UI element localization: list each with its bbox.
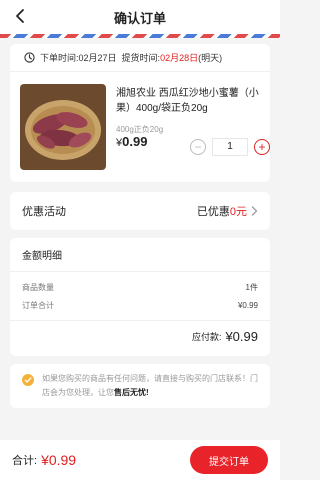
amount-card: 金额明细 商品数量 1件 订单合计 ¥0.99 应付款: ¥0.99	[10, 238, 270, 356]
payable-value: ¥0.99	[225, 328, 258, 344]
order-time-label: 下单时间:	[40, 53, 79, 63]
pickup-suffix: (明天)	[198, 53, 223, 63]
minus-button[interactable]: −	[190, 139, 206, 155]
product-image[interactable]	[20, 84, 106, 170]
promo-label: 优惠活动	[22, 206, 66, 218]
amount-title: 金额明细	[10, 238, 270, 272]
promo-value-prefix: 已优惠	[196, 206, 230, 218]
time-row: 下单时间: 02月27日 提货时间: 02月28日 (明天)	[10, 44, 270, 72]
submit-order-button[interactable]: 提交订单	[190, 446, 268, 474]
chevron-left-icon	[16, 9, 24, 23]
notice-card: 如果您购买的商品有任何问题，请直接与购买的门店联系！门店会为您处理，让您售后无忧…	[10, 364, 270, 408]
clock-icon	[24, 52, 35, 63]
footer-bar: 合计: ¥0.99 提交订单	[0, 440, 280, 480]
amount-row: 商品数量 1件	[10, 278, 270, 296]
product-price: ¥0.99	[116, 134, 147, 149]
back-button[interactable]	[10, 6, 30, 26]
order-card: 下单时间: 02月27日 提货时间: 02月28日 (明天) 湘旭农业 西瓜红沙…	[10, 44, 270, 182]
page-title: 确认订单	[113, 10, 166, 26]
payable-label: 应付款:	[191, 331, 222, 342]
amount-row-value: 1件	[245, 282, 258, 292]
product-item: 湘旭农业 西瓜红沙地小蜜薯（小果）400g/袋正负20g 400g正负20g ¥…	[10, 72, 270, 182]
promo-amount: 0元	[229, 206, 247, 218]
chevron-right-icon	[251, 206, 258, 216]
pickup-date: 02月28日	[160, 53, 199, 63]
amount-row: 订单合计 ¥0.99	[10, 296, 270, 314]
amount-row-label: 商品数量	[22, 282, 54, 292]
notice-text: 如果您购买的商品有任何问题，请直接与购买的门店联系！门店会为您处理，让您	[42, 374, 258, 397]
quantity-input[interactable]: 1	[212, 138, 248, 156]
plus-button[interactable]: +	[254, 139, 270, 155]
product-name[interactable]: 湘旭农业 西瓜红沙地小蜜薯（小果）400g/袋正负20g	[116, 86, 264, 116]
order-time: 02月27日	[78, 53, 117, 63]
promo-row[interactable]: 优惠活动 已优惠0元	[10, 192, 270, 230]
header-bar: 确认订单	[0, 0, 280, 34]
amount-row-value: ¥0.99	[237, 300, 258, 310]
promo-value: 已优惠0元	[197, 203, 247, 219]
notice-bold: 售后无忧!	[114, 388, 149, 397]
quantity-stepper: − 1 +	[190, 138, 270, 156]
total-value: ¥0.99	[41, 452, 77, 468]
total-label: 合计:	[12, 455, 38, 467]
amount-row-label: 订单合计	[22, 300, 54, 310]
check-icon[interactable]	[22, 374, 34, 386]
airmail-stripe	[0, 34, 280, 38]
price-value: 0.99	[122, 134, 148, 149]
pickup-time-label: 提货时间:	[121, 53, 161, 63]
payable-row: 应付款: ¥0.99	[10, 321, 270, 351]
